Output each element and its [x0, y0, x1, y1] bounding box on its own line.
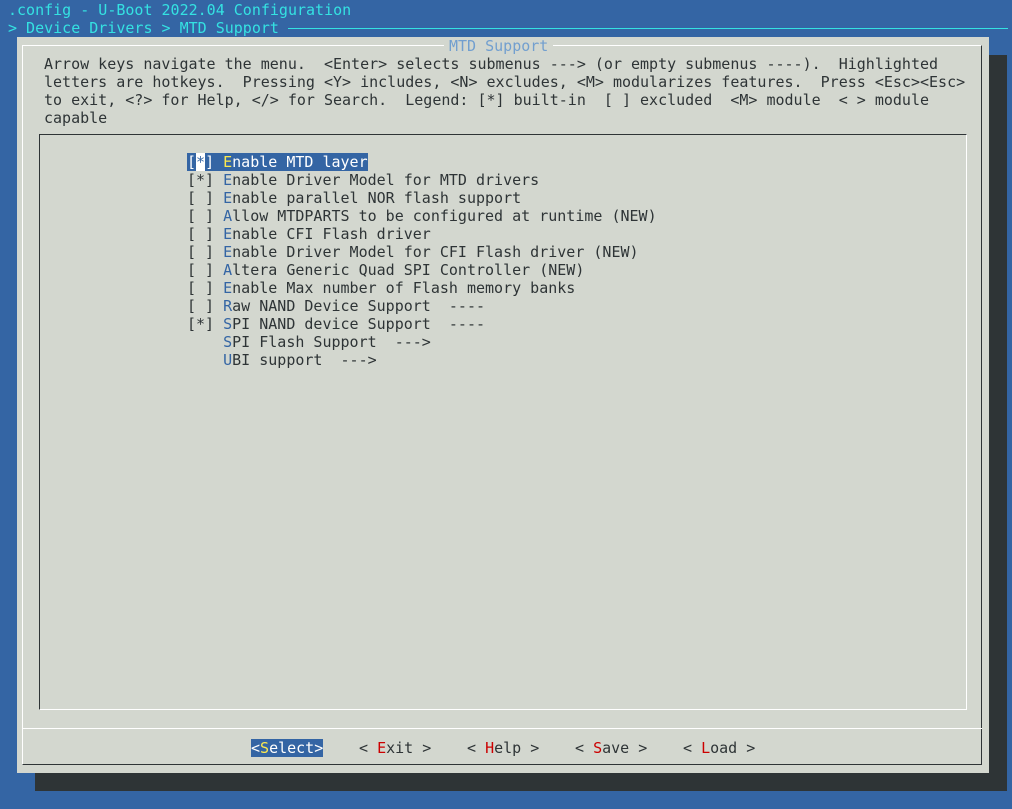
menu-item-label: aw NAND Device Support ---- [232, 297, 486, 315]
help-text-line: to exit, <?> for Help, </> for Search. L… [44, 91, 930, 109]
menu-item-checkbox[interactable]: [ ] [187, 207, 214, 225]
menu-item-gap [214, 351, 223, 369]
menu-item-gap [214, 189, 223, 207]
menu-item-hotkey: R [223, 297, 233, 315]
menu-item-checkbox[interactable]: [ ] [187, 243, 214, 261]
menu-item[interactable]: [ ] Enable Driver Model for CFI Flash dr… [187, 243, 639, 261]
menu-item-checkbox[interactable]: [ ] [187, 225, 214, 243]
text-cursor: * [196, 153, 206, 171]
dialog-shadow [989, 55, 1007, 791]
menu-item-checkbox[interactable] [187, 333, 214, 351]
menu-item-checkbox[interactable]: [*] [187, 315, 214, 333]
exit-button[interactable]: < Exit > [359, 739, 431, 757]
help-button[interactable]: < Help > [467, 739, 539, 757]
menu-item-gap [214, 207, 223, 225]
help-text-line: capable [44, 109, 108, 127]
menu-item-hotkey: S [223, 333, 233, 351]
menu-item-hotkey: E [223, 225, 233, 243]
menu-item-label: nable MTD layer [232, 153, 368, 171]
select-button[interactable]: <Select> [251, 739, 324, 757]
menuconfig-dialog: MTD Support Arrow keys navigate the menu… [17, 37, 989, 773]
menu-item-checkbox[interactable]: [ ] [187, 189, 214, 207]
menu-item-label: nable Driver Model for MTD drivers [232, 171, 540, 189]
menu-item-label: nable Driver Model for CFI Flash driver … [232, 243, 639, 261]
menu-item-checkbox[interactable] [187, 351, 214, 369]
menu-item[interactable]: [ ] Enable parallel NOR flash support [187, 189, 521, 207]
menu-item-checkbox[interactable]: [*] [187, 171, 214, 189]
menu-item[interactable]: [ ] Enable CFI Flash driver [187, 225, 431, 243]
menu-item-label: ltera Generic Quad SPI Controller (NEW) [232, 261, 585, 279]
menu-item-checkbox[interactable]: [ ] [187, 297, 214, 315]
breadcrumb-rule [288, 28, 1008, 29]
dialog-title: MTD Support [449, 37, 549, 55]
menu-item-gap [214, 333, 223, 351]
help-text-line: letters are hotkeys. Pressing <Y> includ… [44, 73, 966, 91]
menu-item[interactable]: [ ] Enable Max number of Flash memory ba… [187, 279, 575, 297]
menu-item[interactable]: SPI Flash Support ---> [187, 333, 431, 351]
menu-item[interactable]: [*] Enable MTD layer [187, 153, 368, 171]
menu-item-checkbox[interactable]: [ ] [187, 279, 214, 297]
menu-item[interactable]: UBI support ---> [187, 351, 377, 369]
menu-item-hotkey: E [223, 189, 233, 207]
menu-item-hotkey: A [223, 207, 233, 225]
menu-item-hotkey: E [223, 171, 233, 189]
menu-item[interactable]: [*] Enable Driver Model for MTD drivers [187, 171, 539, 189]
menu-item-hotkey: A [223, 261, 233, 279]
menu-item-gap [214, 243, 223, 261]
breadcrumb: > Device Drivers > MTD Support [8, 19, 279, 37]
menu-item-checkbox[interactable]: [*] [187, 153, 215, 171]
menu-item[interactable]: [ ] Allow MTDPARTS to be configured at r… [187, 207, 657, 225]
menu-item-gap [214, 261, 223, 279]
dialog-title-wrap: MTD Support [444, 37, 554, 55]
menu-item-checkbox[interactable]: [ ] [187, 261, 214, 279]
app-title: .config - U-Boot 2022.04 Configuration [8, 1, 352, 19]
menu-item-hotkey: S [223, 315, 233, 333]
menu-item-gap [214, 171, 223, 189]
menu-item-label: nable Max number of Flash memory banks [232, 279, 576, 297]
menu-item-label: llow MTDPARTS to be configured at runtim… [232, 207, 657, 225]
menu-item-label: PI Flash Support ---> [232, 333, 431, 351]
menu-item-hotkey: E [223, 153, 233, 171]
menu-item-label: PI NAND device Support ---- [232, 315, 486, 333]
menu-item-label: nable CFI Flash driver [232, 225, 431, 243]
menu-item-hotkey: E [223, 243, 233, 261]
menu-item-label: BI support ---> [232, 351, 377, 369]
menu-item-gap [214, 153, 224, 171]
help-text-line: Arrow keys navigate the menu. <Enter> se… [44, 55, 939, 73]
menu-item-gap [214, 225, 223, 243]
dialog-shadow [35, 773, 1007, 791]
menu-item[interactable]: [*] SPI NAND device Support ---- [187, 315, 485, 333]
menu-item-gap [214, 279, 223, 297]
save-button[interactable]: < Save > [575, 739, 647, 757]
menu-item[interactable]: [ ] Altera Generic Quad SPI Controller (… [187, 261, 584, 279]
menu-item-label: nable parallel NOR flash support [232, 189, 522, 207]
load-button[interactable]: < Load > [683, 739, 755, 757]
button-separator [22, 728, 982, 729]
menu-item[interactable]: [ ] Raw NAND Device Support ---- [187, 297, 485, 315]
menu-item-hotkey: E [223, 279, 233, 297]
menu-item-gap [214, 315, 223, 333]
menu-item-gap [214, 297, 223, 315]
menu-item-hotkey: U [223, 351, 233, 369]
